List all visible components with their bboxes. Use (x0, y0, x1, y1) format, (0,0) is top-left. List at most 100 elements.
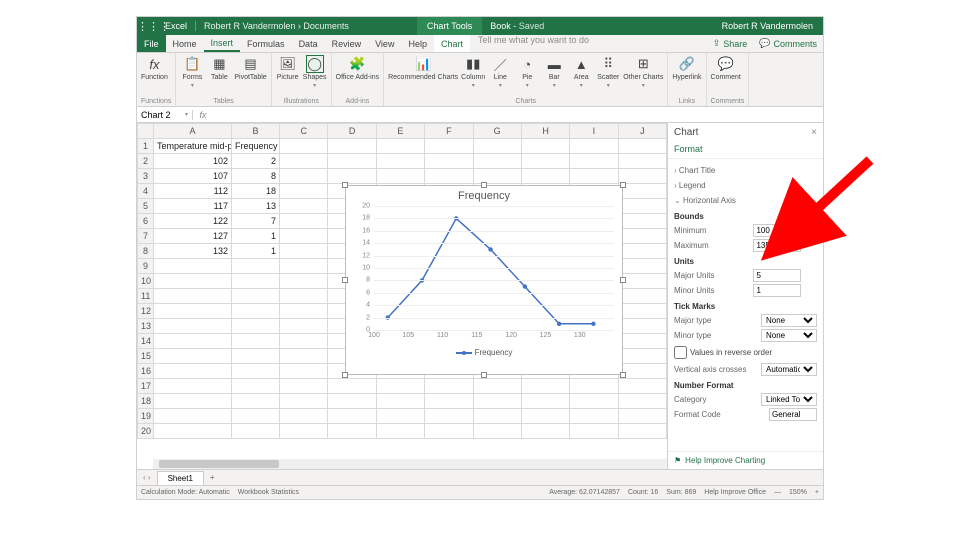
breadcrumb[interactable]: Robert R Vandermolen › Documents (196, 21, 357, 31)
chart-plot-area[interactable]: 02468101214161820 100105110115120125130 (354, 206, 614, 346)
table-button[interactable]: ▦Table (207, 55, 231, 81)
cell[interactable] (521, 169, 569, 184)
tab-view[interactable]: View (368, 35, 401, 52)
cell[interactable] (618, 289, 666, 304)
cell[interactable] (376, 394, 424, 409)
resize-handle[interactable] (342, 372, 348, 378)
cell[interactable] (570, 409, 618, 424)
cell[interactable]: 132 (154, 244, 232, 259)
cell[interactable] (328, 169, 376, 184)
row-header[interactable]: 15 (138, 349, 154, 364)
row-header[interactable]: 17 (138, 379, 154, 394)
cell[interactable] (154, 259, 232, 274)
cell[interactable] (280, 319, 328, 334)
cell[interactable] (618, 139, 666, 154)
cell[interactable]: Temperature mid-points (154, 139, 232, 154)
cell[interactable] (280, 229, 328, 244)
tab-formulas[interactable]: Formulas (240, 35, 292, 52)
help-office-link[interactable]: Help Improve Office (704, 489, 766, 496)
row-header[interactable]: 5 (138, 199, 154, 214)
row-header[interactable]: 16 (138, 364, 154, 379)
cell[interactable] (425, 394, 473, 409)
cell[interactable] (232, 424, 280, 439)
function-button[interactable]: fxFunction (141, 55, 168, 81)
reverse-order-checkbox[interactable] (674, 346, 687, 359)
row-header[interactable]: 1 (138, 139, 154, 154)
cell[interactable] (618, 199, 666, 214)
cell[interactable] (154, 349, 232, 364)
zoom-in-button[interactable]: + (815, 489, 819, 496)
cell[interactable] (618, 229, 666, 244)
resize-handle[interactable] (342, 182, 348, 188)
cell[interactable] (232, 349, 280, 364)
minor-units-input[interactable] (753, 284, 801, 297)
embedded-chart[interactable]: Frequency 02468101214161820 100105110115… (345, 185, 623, 375)
resize-handle[interactable] (481, 372, 487, 378)
cell[interactable] (425, 169, 473, 184)
cell[interactable]: 127 (154, 229, 232, 244)
comment-button[interactable]: 💬Comment (711, 55, 741, 81)
major-tick-select[interactable]: None (761, 314, 817, 327)
cell[interactable] (154, 409, 232, 424)
column-header[interactable]: D (328, 124, 376, 139)
cell[interactable] (618, 424, 666, 439)
cell[interactable] (232, 274, 280, 289)
sheet-tab[interactable]: Sheet1 (157, 471, 204, 485)
cell[interactable] (280, 424, 328, 439)
cell[interactable]: 8 (232, 169, 280, 184)
cell[interactable] (618, 259, 666, 274)
cell[interactable]: Frequency (232, 139, 280, 154)
column-header[interactable]: G (473, 124, 521, 139)
column-header[interactable]: I (570, 124, 618, 139)
apps-menu-icon[interactable]: ⋮⋮⋮ (137, 20, 157, 33)
cell[interactable]: 1 (232, 229, 280, 244)
cell[interactable] (570, 154, 618, 169)
cell[interactable] (280, 334, 328, 349)
cell[interactable] (280, 304, 328, 319)
resize-handle[interactable] (620, 182, 626, 188)
cell[interactable] (473, 409, 521, 424)
close-pane-button[interactable]: × (811, 127, 817, 138)
column-header[interactable]: J (618, 124, 666, 139)
cell[interactable] (618, 349, 666, 364)
column-header[interactable]: C (280, 124, 328, 139)
cell[interactable] (328, 154, 376, 169)
row-header[interactable]: 6 (138, 214, 154, 229)
row-header[interactable]: 14 (138, 334, 154, 349)
cell[interactable] (473, 424, 521, 439)
cell[interactable] (280, 244, 328, 259)
row-header[interactable]: 12 (138, 304, 154, 319)
cell[interactable] (154, 319, 232, 334)
zoom-level[interactable]: 150% (789, 489, 807, 496)
cell[interactable] (232, 364, 280, 379)
tab-chart[interactable]: Chart (434, 35, 470, 52)
cell[interactable] (154, 394, 232, 409)
cell[interactable] (280, 274, 328, 289)
row-header[interactable]: 9 (138, 259, 154, 274)
cell[interactable] (376, 169, 424, 184)
hyperlink-button[interactable]: 🔗Hyperlink (672, 55, 701, 81)
cell[interactable] (618, 379, 666, 394)
cell[interactable] (280, 364, 328, 379)
column-header[interactable]: A (154, 124, 232, 139)
cell[interactable] (232, 409, 280, 424)
cell[interactable] (521, 424, 569, 439)
line-chart-button[interactable]: ／Line▾ (488, 55, 512, 89)
row-header[interactable]: 7 (138, 229, 154, 244)
cell[interactable] (473, 139, 521, 154)
tab-review[interactable]: Review (325, 35, 369, 52)
cell[interactable] (618, 154, 666, 169)
cell[interactable] (618, 244, 666, 259)
other-charts-button[interactable]: ⊞Other Charts▾ (623, 55, 663, 89)
share-button[interactable]: ⇪Share (707, 38, 754, 49)
cell[interactable] (521, 379, 569, 394)
cell[interactable] (280, 199, 328, 214)
tab-help[interactable]: Help (401, 35, 434, 52)
cell[interactable] (570, 379, 618, 394)
row-header[interactable]: 8 (138, 244, 154, 259)
cell[interactable] (280, 349, 328, 364)
chart-tools-tab[interactable]: Chart Tools (417, 17, 482, 35)
cell[interactable] (328, 379, 376, 394)
column-header[interactable]: H (521, 124, 569, 139)
cell[interactable]: 117 (154, 199, 232, 214)
